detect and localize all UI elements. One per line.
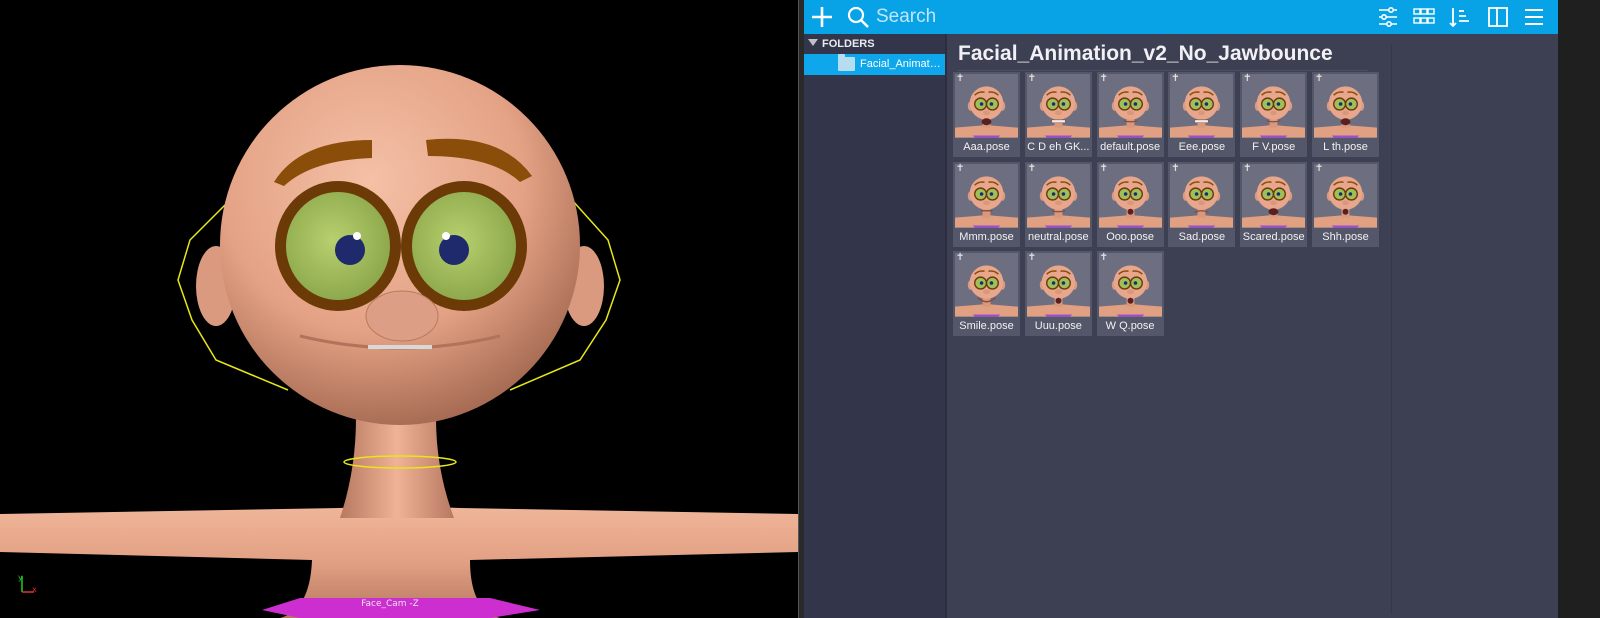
- pose-label: Aaa.pose: [963, 141, 1010, 153]
- pose-tile[interactable]: ✝ Scared.pose: [1240, 161, 1308, 247]
- folder-item-label: Facial_Animation_v2_No_Jawbounce: [860, 58, 942, 70]
- pose-label: F V.pose: [1252, 141, 1296, 153]
- pin-icon[interactable]: ✝: [1171, 163, 1179, 174]
- pose-thumbnail: [1170, 163, 1234, 228]
- library-toolbar: Search: [804, 0, 1558, 34]
- pose-tile[interactable]: ✝ C D eh GK...: [1024, 72, 1092, 157]
- pose-tile[interactable]: ✝ Shh.pose: [1312, 161, 1379, 247]
- content-divider: [1391, 44, 1392, 614]
- plus-icon[interactable]: [808, 3, 836, 31]
- folder-item-facial-animation[interactable]: Facial_Animation_v2_No_Jawbounce: [804, 54, 945, 75]
- pin-icon[interactable]: ✝: [1315, 74, 1323, 84]
- window-edge: [1558, 0, 1600, 618]
- pose-thumbnail: [955, 74, 1018, 138]
- left-pupil: [335, 235, 365, 265]
- left-eye-highlight: [353, 232, 361, 240]
- pose-tile[interactable]: ✝ Uuu.pose: [1024, 251, 1092, 336]
- pose-thumbnail: [1098, 163, 1162, 228]
- pose-label: Eee.pose: [1178, 141, 1226, 153]
- teeth: [368, 345, 432, 349]
- columns-icon[interactable]: [1484, 3, 1512, 31]
- pin-icon[interactable]: ✝: [1100, 253, 1108, 263]
- title-divider: [958, 70, 1368, 71]
- pose-label: Shh.pose: [1322, 230, 1369, 243]
- pin-icon[interactable]: ✝: [1243, 74, 1251, 84]
- pose-tile[interactable]: ✝ Mmm.pose: [953, 161, 1020, 247]
- pose-label: W Q.pose: [1105, 320, 1155, 332]
- pin-icon[interactable]: ✝: [1315, 163, 1323, 174]
- pose-label: L th.pose: [1323, 141, 1368, 153]
- 3d-viewport[interactable]: y x Face_Cam -Z: [0, 0, 798, 618]
- pose-label: Sad.pose: [1178, 230, 1226, 243]
- search-input[interactable]: Search: [876, 6, 936, 28]
- pose-label: Ooo.pose: [1106, 230, 1154, 243]
- pose-label: neutral.pose: [1028, 230, 1089, 243]
- pose-thumbnail: [1026, 253, 1090, 317]
- sliders-icon[interactable]: [1374, 3, 1402, 31]
- pose-tile[interactable]: ✝ default.pose: [1096, 72, 1164, 157]
- grid-view-icon[interactable]: [1410, 3, 1438, 31]
- pose-thumbnail: [1242, 163, 1306, 228]
- pose-thumbnail: [1026, 163, 1090, 228]
- pin-icon[interactable]: ✝: [956, 253, 964, 263]
- pin-icon[interactable]: ✝: [1028, 74, 1036, 84]
- pin-icon[interactable]: ✝: [1100, 163, 1108, 174]
- folders-header[interactable]: FOLDERS: [808, 38, 875, 50]
- axis-y-label: y: [18, 573, 23, 582]
- pose-tile[interactable]: ✝ Smile.pose: [953, 251, 1020, 336]
- pose-label: default.pose: [1100, 141, 1161, 153]
- pose-thumbnail: [1098, 74, 1162, 138]
- pin-icon[interactable]: ✝: [1171, 74, 1179, 84]
- pose-tile[interactable]: ✝ Sad.pose: [1168, 161, 1236, 247]
- magnifier-icon[interactable]: [844, 3, 872, 31]
- character-face-render: y x: [0, 65, 798, 618]
- pin-icon[interactable]: ✝: [956, 74, 964, 84]
- right-pupil: [439, 235, 469, 265]
- pose-tile[interactable]: ✝ Eee.pose: [1168, 72, 1236, 157]
- folder-icon: [838, 54, 855, 71]
- pose-label: Scared.pose: [1242, 230, 1305, 243]
- pose-label: C D eh GK...: [1027, 141, 1090, 153]
- pin-icon[interactable]: ✝: [1100, 74, 1108, 84]
- pose-tile[interactable]: ✝ F V.pose: [1240, 72, 1308, 157]
- sort-icon[interactable]: [1446, 3, 1474, 31]
- pin-icon[interactable]: ✝: [956, 163, 964, 174]
- pose-label: Mmm.pose: [959, 230, 1014, 243]
- pin-icon[interactable]: ✝: [1028, 253, 1036, 263]
- pose-tile[interactable]: ✝ Aaa.pose: [953, 72, 1020, 157]
- pin-icon[interactable]: ✝: [1028, 163, 1036, 174]
- pose-tile[interactable]: ✝ L th.pose: [1312, 72, 1379, 157]
- nose: [365, 290, 439, 342]
- folders-pane: FOLDERS Facial_Animation_v2_No_Jawbounce: [804, 34, 947, 618]
- pose-grid-area: Facial_Animation_v2_No_Jawbounce ✝ Aaa.po…: [947, 34, 1558, 618]
- right-eye-highlight: [442, 232, 450, 240]
- pose-thumbnail: [1314, 74, 1377, 138]
- pose-thumbnail: [1242, 74, 1306, 138]
- pose-label: Uuu.pose: [1034, 320, 1082, 332]
- collapse-triangle-icon[interactable]: [808, 39, 818, 46]
- hamburger-icon[interactable]: [1520, 3, 1548, 31]
- pose-thumbnail: [1026, 74, 1090, 138]
- pose-thumbnail: [1170, 74, 1234, 138]
- pose-thumbnail: [955, 253, 1018, 317]
- pose-library-panel: Search FOLDERS Facial_Animation_v2_No_Ja…: [804, 0, 1558, 618]
- pose-tile[interactable]: ✝ neutral.pose: [1024, 161, 1092, 247]
- pin-icon[interactable]: ✝: [1243, 163, 1251, 174]
- camera-label: Face_Cam -Z: [361, 599, 419, 609]
- pose-tile[interactable]: ✝ Ooo.pose: [1096, 161, 1164, 247]
- pose-thumbnail: [955, 163, 1018, 228]
- pose-label: Smile.pose: [959, 320, 1014, 332]
- axis-x-label: x: [32, 585, 37, 594]
- folder-title: Facial_Animation_v2_No_Jawbounce: [958, 42, 1333, 65]
- pose-tile[interactable]: ✝ W Q.pose: [1096, 251, 1164, 336]
- pose-thumbnail: [1314, 163, 1377, 228]
- pose-thumbnail: [1098, 253, 1162, 317]
